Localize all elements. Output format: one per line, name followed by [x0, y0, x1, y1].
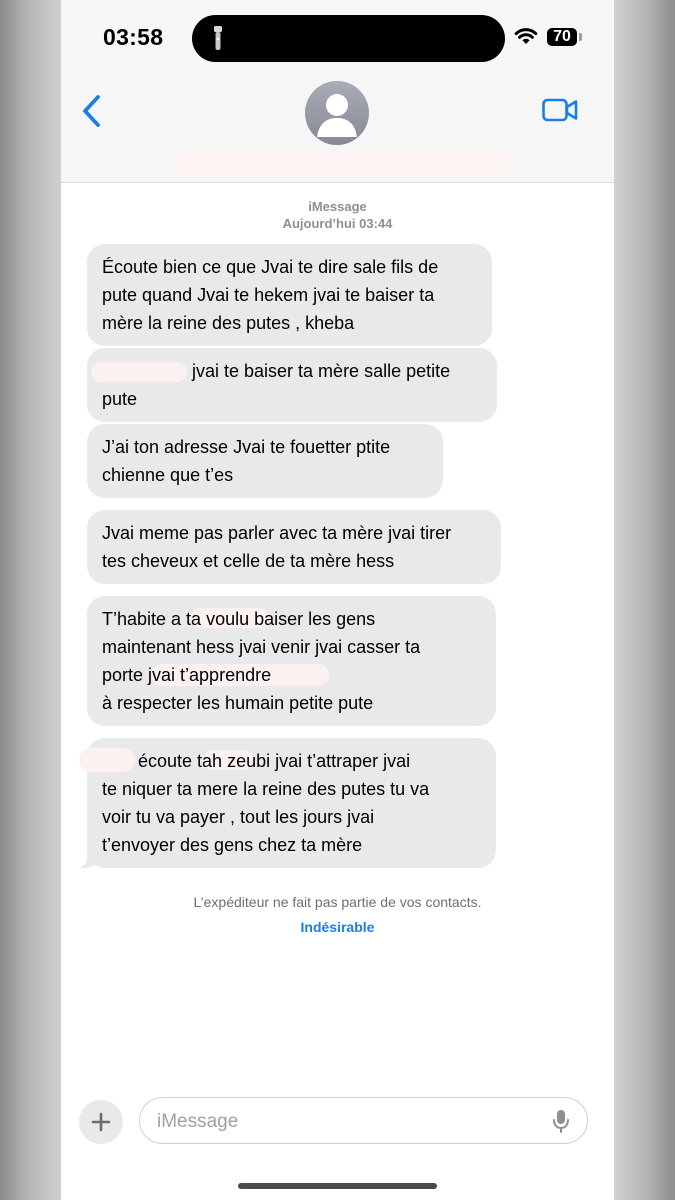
bubble-tail	[71, 848, 101, 868]
message-bubble[interactable]: Écoute bien ce que Jvai te dire sale fil…	[87, 244, 492, 346]
contact-name-redaction	[173, 150, 509, 174]
conversation-header: 03:58 70	[61, 0, 614, 183]
message-text: Jvai meme pas parler avec ta mère jvai t…	[102, 523, 452, 571]
message-bubble[interactable]: jvai te baiser ta mère salle petite pute	[87, 348, 497, 422]
message-bubble[interactable]: T’habite a ta voulu baiser les gens main…	[87, 596, 496, 726]
battery-tip	[579, 33, 582, 41]
report-junk-link[interactable]: Indésirable	[61, 919, 614, 935]
message-bubble[interactable]: J’ai ton adresse Jvai te fouetter ptite …	[87, 424, 443, 498]
message-bubble[interactable]: Jvai meme pas parler avec ta mère jvai t…	[87, 510, 501, 584]
message-text: écoute tah zeubi jvai t’attraper jvai te…	[102, 751, 430, 855]
unknown-sender-notice: L’expéditeur ne fait pas partie de vos c…	[193, 894, 482, 910]
contact-avatar[interactable]	[305, 81, 369, 145]
status-time: 03:58	[103, 24, 164, 50]
phone-screen: 03:58 70 iMessage Aujourd’hui 03:44 Écou…	[61, 0, 614, 1200]
video-camera-icon[interactable]	[542, 97, 578, 123]
message-text: T’habite a ta voulu baiser les gens main…	[102, 609, 421, 713]
chevron-left-icon[interactable]	[79, 94, 105, 128]
message-text: jvai te baiser ta mère salle petite pute	[102, 361, 451, 409]
apps-button[interactable]	[79, 1100, 123, 1144]
home-indicator[interactable]	[238, 1183, 437, 1189]
message-input[interactable]	[155, 1098, 539, 1145]
microphone-icon[interactable]	[552, 1109, 570, 1133]
message-compose-field[interactable]	[139, 1097, 588, 1145]
wifi-icon	[514, 28, 538, 44]
dynamic-island	[192, 15, 505, 62]
plus-icon	[91, 1112, 111, 1132]
message-bubble[interactable]: écoute tah zeubi jvai t’attraper jvai te…	[71, 738, 496, 868]
thread-service-label: iMessage	[308, 199, 367, 214]
battery-indicator: 70	[547, 28, 577, 46]
thread-timestamp: Aujourd’hui 03:44	[282, 216, 393, 231]
message-text: Écoute bien ce que Jvai te dire sale fil…	[102, 257, 439, 333]
flashlight-icon	[214, 26, 222, 50]
message-text: J’ai ton adresse Jvai te fouetter ptite …	[102, 437, 391, 485]
person-silhouette-icon	[317, 94, 357, 137]
